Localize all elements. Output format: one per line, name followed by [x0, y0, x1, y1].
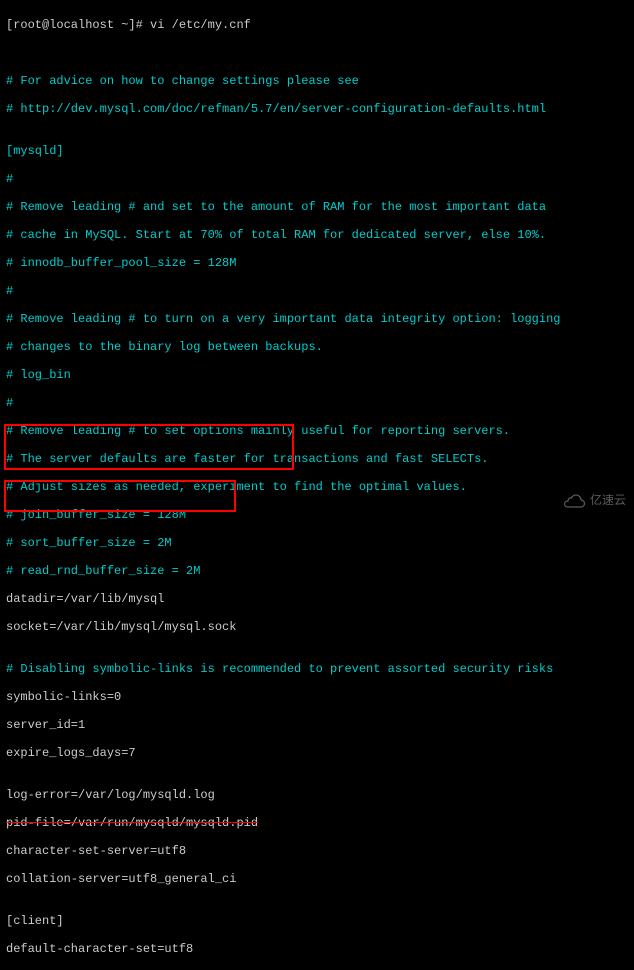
- config-comment: # For advice on how to change settings p…: [6, 74, 628, 88]
- config-section-mysqld: [mysqld]: [6, 144, 628, 158]
- config-comment: # changes to the binary log between back…: [6, 340, 628, 354]
- config-comment: # log_bin: [6, 368, 628, 382]
- config-comment: # sort_buffer_size = 2M: [6, 536, 628, 550]
- config-comment: # The server defaults are faster for tra…: [6, 452, 628, 466]
- terminal-output[interactable]: [root@localhost ~]# vi /etc/my.cnf # For…: [6, 4, 628, 970]
- shell-prompt: [root@localhost ~]# vi /etc/my.cnf: [6, 18, 628, 32]
- config-line-expire-logs: expire_logs_days=7: [6, 746, 628, 760]
- config-comment: # Adjust sizes as needed, experiment to …: [6, 480, 628, 494]
- watermark-text: 亿速云: [590, 493, 626, 507]
- config-line-collation-server: collation-server=utf8_general_ci: [6, 872, 628, 886]
- config-comment: # Remove leading # to turn on a very imp…: [6, 312, 628, 326]
- config-comment: # cache in MySQL. Start at 70% of total …: [6, 228, 628, 242]
- config-comment: # read_rnd_buffer_size = 2M: [6, 564, 628, 578]
- config-line-log-error: log-error=/var/log/mysqld.log: [6, 788, 628, 802]
- config-line-server-id: server_id=1: [6, 718, 628, 732]
- config-comment: # join_buffer_size = 128M: [6, 508, 628, 522]
- config-line-pid-file: pid-file=/var/run/mysqld/mysqld.pid: [6, 816, 628, 830]
- config-comment: #: [6, 284, 628, 298]
- config-comment: # innodb_buffer_pool_size = 128M: [6, 256, 628, 270]
- config-comment: # Remove leading # and set to the amount…: [6, 200, 628, 214]
- config-comment: #: [6, 396, 628, 410]
- config-comment: # Disabling symbolic-links is recommende…: [6, 662, 628, 676]
- config-line-charset-server: character-set-server=utf8: [6, 844, 628, 858]
- cloud-icon: [562, 492, 586, 508]
- config-line-socket: socket=/var/lib/mysql/mysql.sock: [6, 620, 628, 634]
- config-line-datadir: datadir=/var/lib/mysql: [6, 592, 628, 606]
- config-section-client: [client]: [6, 914, 628, 928]
- config-comment: #: [6, 172, 628, 186]
- config-line-symbolic-links: symbolic-links=0: [6, 690, 628, 704]
- watermark: 亿速云: [562, 492, 626, 508]
- config-comment: # http://dev.mysql.com/doc/refman/5.7/en…: [6, 102, 628, 116]
- config-comment: # Remove leading # to set options mainly…: [6, 424, 628, 438]
- config-line-default-charset: default-character-set=utf8: [6, 942, 628, 956]
